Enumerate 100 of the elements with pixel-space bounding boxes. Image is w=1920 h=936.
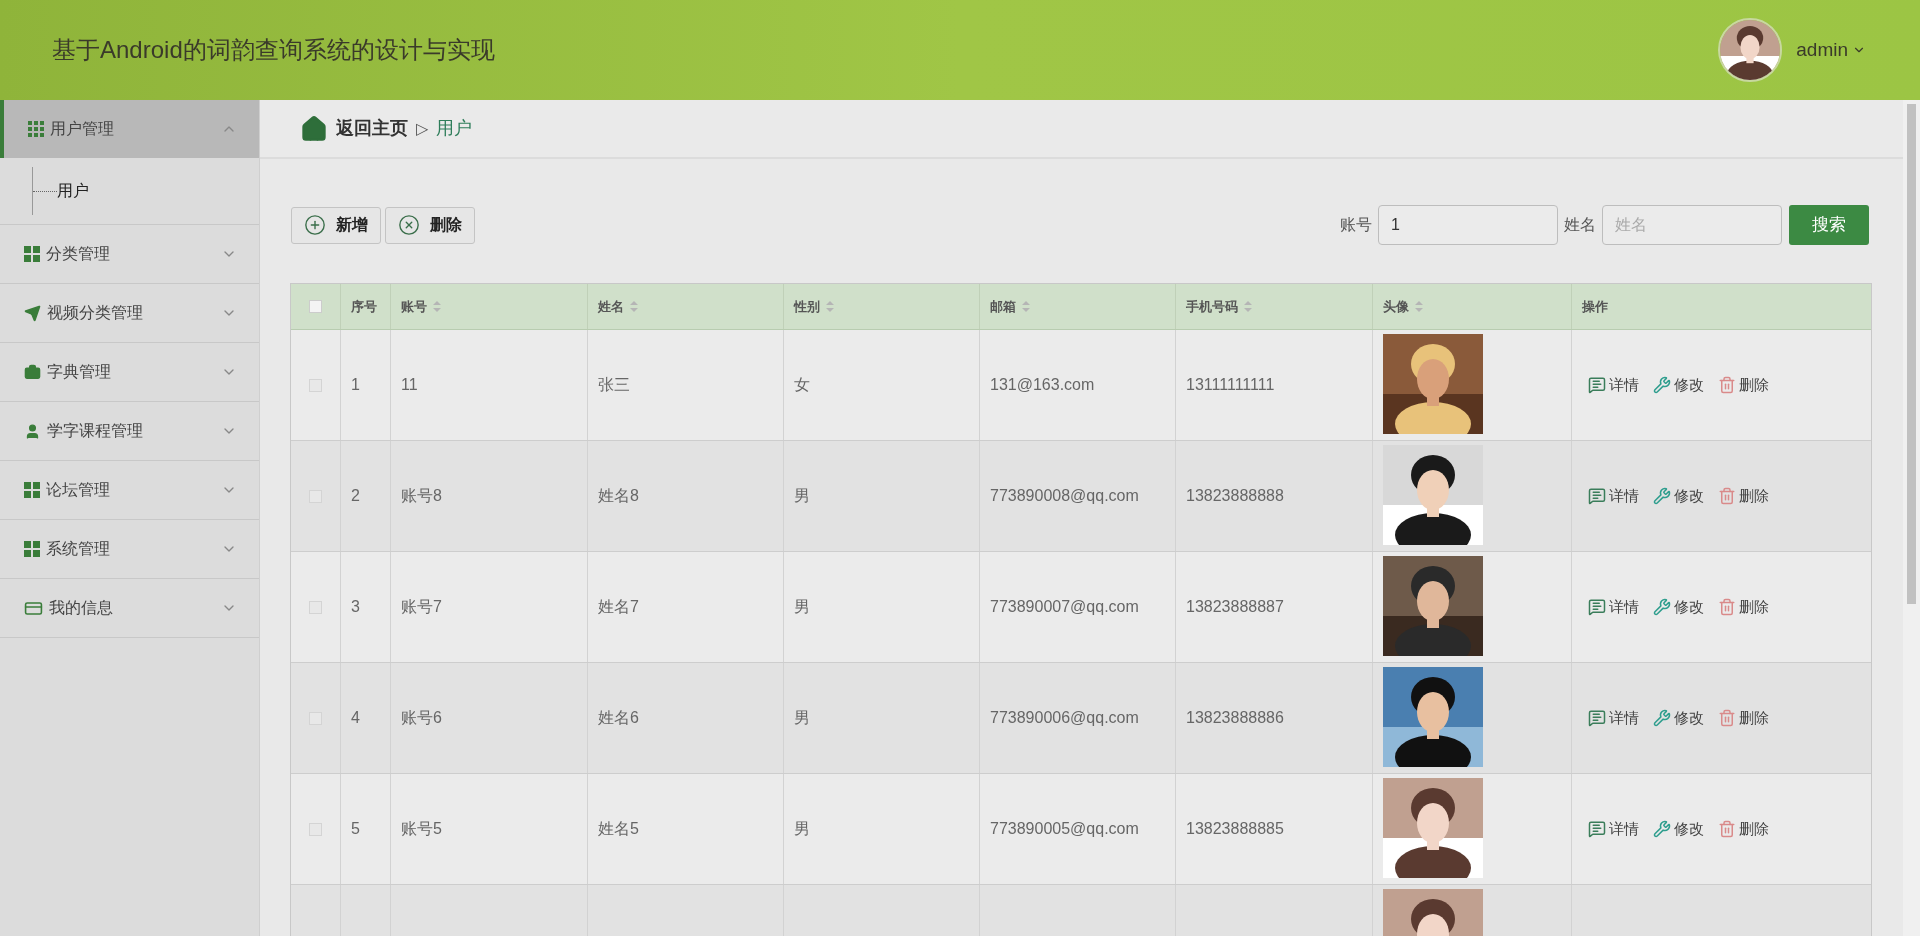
table-cell-text: 2 [351,486,360,506]
table-cell-text: 账号6 [401,708,442,728]
sidebar-item[interactable]: 视频分类管理 [0,284,259,342]
table-cell-text: 账号8 [401,486,442,506]
sidebar-item[interactable]: 字典管理 [0,343,259,401]
table-cell-text: 女 [794,375,810,395]
edit-link[interactable]: 修改 [1653,484,1704,508]
table-cell-text: 773890008@qq.com [990,486,1139,506]
edit-link[interactable]: 修改 [1653,373,1704,397]
trash-icon [1718,487,1736,505]
sidebar-item[interactable]: 分类管理 [0,225,259,283]
delete-button[interactable]: 删除 [385,206,475,244]
breadcrumb-current: 用户 [436,117,472,140]
filter-field[interactable]: 1 [1378,205,1558,245]
sort-icon[interactable] [1022,301,1030,312]
home-link[interactable]: 返回主页 [336,115,408,142]
wrench-icon [1653,487,1671,505]
table-cell-text: 姓名6 [598,708,639,728]
table-cell-text: 姓名7 [598,597,639,617]
column-header[interactable]: 账号 [391,284,588,329]
column-header[interactable]: 性别 [784,284,980,329]
sort-icon[interactable] [630,301,638,312]
column-header[interactable]: 手机号码 [1176,284,1373,329]
table-cell-text: 11 [401,375,418,395]
details-link[interactable]: 详情 [1588,484,1639,508]
edit-link[interactable]: 修改 [1653,595,1704,619]
close-icon [398,214,420,236]
table-cell-text: 姓名8 [598,486,639,506]
sort-icon[interactable] [433,301,441,312]
sidebar-item[interactable]: 用户管理 [0,100,259,158]
wrench-icon [1653,709,1671,727]
wrench-icon [1653,598,1671,616]
table-cell-text: 姓名5 [598,819,639,839]
delete-link[interactable]: 删除 [1718,373,1769,397]
grid-icon [24,482,40,498]
paper-plane-icon [24,304,41,322]
column-header: 操作 [1581,297,1609,316]
details-link[interactable]: 详情 [1588,373,1639,397]
table-cell-text: 131@163.com [990,375,1095,395]
table-cell-text: 张三 [598,375,630,395]
sidebar-subitem[interactable]: 用户 [57,179,89,203]
briefcase-icon [24,363,41,381]
person-icon [24,422,41,440]
plus-icon [304,214,326,236]
sidebar-item[interactable]: 论坛管理 [0,461,259,519]
column-header[interactable]: 头像 [1373,284,1572,329]
site-title: 基于Android的词韵查询系统的设计与实现 [52,35,495,65]
delete-link[interactable]: 删除 [1718,595,1769,619]
breadcrumb-separator: ▷ [416,118,428,139]
table-cell-text: 男 [794,486,810,506]
table-cell-text: 4 [351,708,360,728]
trash-icon [1718,709,1736,727]
details-link[interactable]: 详情 [1588,817,1639,841]
wrench-icon [1653,376,1671,394]
table-cell-text: 13823888885 [1186,819,1284,839]
user-menu[interactable]: admin [1796,35,1866,65]
trash-icon [1718,598,1736,616]
sort-icon[interactable] [826,301,834,312]
sidebar-item[interactable]: 我的信息 [0,579,259,637]
table-cell-text: 773890006@qq.com [990,708,1139,728]
column-header: 序号 [341,284,391,329]
select-all-checkbox[interactable] [309,300,322,313]
table-cell-text: 账号5 [401,819,442,839]
table-cell-text: 账号7 [401,597,442,617]
table-cell-text: 5 [351,819,360,839]
filter-label: 账号 [1340,215,1372,235]
table-cell-text: 1 [351,375,360,395]
grid-icon [24,246,40,262]
delete-link[interactable]: 删除 [1718,817,1769,841]
trash-icon [1718,376,1736,394]
table-cell-text: 13823888886 [1186,708,1284,728]
table-cell-text: 男 [794,819,810,839]
trash-icon [1718,820,1736,838]
add-button[interactable]: 新增 [291,206,381,244]
search-button[interactable]: 搜索 [1789,205,1869,245]
table-cell-text: 3 [351,597,360,617]
sort-icon[interactable] [1244,301,1252,312]
table-cell-text: 男 [794,597,810,617]
table-cell-text: 13823888888 [1186,486,1284,506]
details-link[interactable]: 详情 [1588,595,1639,619]
grid-icon [28,121,44,137]
sort-icon[interactable] [1415,301,1423,312]
delete-link[interactable]: 删除 [1718,484,1769,508]
filter-label: 姓名 [1564,215,1596,235]
delete-link[interactable]: 删除 [1718,706,1769,730]
edit-link[interactable]: 修改 [1653,706,1704,730]
column-header[interactable]: 邮箱 [980,284,1176,329]
edit-link[interactable]: 修改 [1653,817,1704,841]
sidebar-item[interactable]: 系统管理 [0,520,259,578]
grid-icon [24,541,40,557]
filter-field[interactable]: 姓名 [1602,205,1782,245]
table-cell-text: 13823888887 [1186,597,1284,617]
table-cell-text: 773890007@qq.com [990,597,1139,617]
sidebar-item[interactable]: 学字课程管理 [0,402,259,460]
table-cell-text: 13111111111 [1186,375,1275,395]
details-link[interactable]: 详情 [1588,706,1639,730]
wrench-icon [1653,820,1671,838]
home-icon [300,114,328,143]
table-cell-text: 773890005@qq.com [990,819,1139,839]
column-header[interactable]: 姓名 [588,284,784,329]
